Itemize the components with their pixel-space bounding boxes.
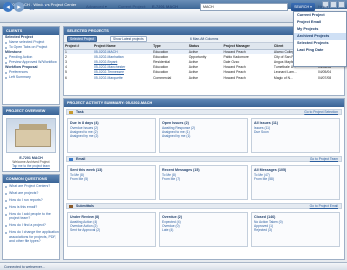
- current-project-label: Current Project:: [118, 4, 147, 9]
- advanced-menu[interactable]: Advanced ▾: [86, 4, 107, 9]
- question-link[interactable]: What are projects?: [3, 191, 59, 195]
- activity-section-bar: Submittals Go to Project Email: [66, 203, 342, 209]
- table-row[interactable]: 6 05-0202-Marquette Commercial Active Howard…: [64, 75, 344, 80]
- forward-arrow-icon: ▸: [17, 3, 21, 11]
- building-image: [15, 129, 51, 147]
- task-icon: [69, 111, 73, 114]
- back-button[interactable]: ◂: [3, 2, 13, 12]
- activity-card-link[interactable]: Assigned by me (2): [70, 134, 153, 138]
- tab-selected-project[interactable]: Selected Project: [67, 36, 98, 42]
- question-link[interactable]: How do I find a project?: [3, 223, 59, 227]
- dropdown-item[interactable]: Project Email: [294, 19, 346, 26]
- activity-card: Sent this week (13) To Me (8) From Me (5): [67, 165, 156, 200]
- dropdown-item[interactable]: Last Ping Date: [294, 47, 346, 54]
- activity-card-link[interactable]: Late (4): [162, 228, 245, 232]
- activity-section-label: Submittals: [76, 204, 94, 208]
- show-latest-filter[interactable]: Show Latest projects: [110, 36, 147, 42]
- building-roof: [19, 124, 47, 130]
- questions-panel-header: Common Questions: [3, 175, 59, 183]
- preview-panel: Project Overview E-7201 MACH Welcome Arc…: [2, 106, 60, 172]
- activity-card: Overdue (2) Expected (4) Overdue (0) Late (…: [159, 212, 248, 247]
- current-project-value[interactable]: E-7201 MACH: [152, 4, 178, 9]
- search-combo[interactable]: MACH: [200, 3, 288, 11]
- question-link[interactable]: How do I add people to the project team?: [3, 212, 59, 221]
- activity-card: Under Review (8) Awaiting Action (4) Overd…: [67, 212, 156, 247]
- preview-note-link[interactable]: Tap me to the project team: [3, 164, 59, 168]
- activity-section-bar: Email Go to Project Team: [66, 156, 342, 162]
- question-link[interactable]: How is this email?: [3, 205, 59, 209]
- table-cell: Magic of N...: [273, 75, 293, 80]
- status-bar: Connected to webserver...: [0, 262, 347, 270]
- client-section-link[interactable]: Left Summary: [3, 75, 59, 80]
- question-link[interactable]: What are Project Centers?: [3, 184, 59, 188]
- activity-card: All Messages (105) To Me (47) From Me (58): [251, 165, 340, 200]
- help-menu[interactable]: Help ▾: [318, 3, 338, 11]
- back-arrow-icon: ◂: [6, 3, 10, 11]
- submittal-icon: [69, 205, 73, 208]
- clients-panel: Clients Selected Project Name selected Pr…: [2, 26, 60, 105]
- activity-card: Open Issues (2) Awaiting Response (2) Assi…: [159, 118, 248, 153]
- refresh-icon: ↻: [41, 2, 49, 11]
- table-cell[interactable]: 05-0202-Marquette: [93, 75, 152, 80]
- dropdown-item[interactable]: Selected Projects: [294, 40, 346, 47]
- questions-panel: Common Questions What are Project Center…: [2, 174, 60, 260]
- activity-card-link[interactable]: From Me (5): [70, 177, 153, 181]
- activity-card: Due in 8 days (4) Overdue Issues (2) Assig…: [67, 118, 156, 153]
- activity-card-link[interactable]: Assigned by me (1): [162, 134, 245, 138]
- close-button[interactable]: [338, 1, 345, 8]
- activity-card-link[interactable]: From Me (58): [254, 177, 337, 181]
- activity-card: All Issues (11) Issues (11) Due Soon: [251, 118, 340, 153]
- home-icon: ⌂: [29, 1, 35, 12]
- activity-panel: Project Activity Summary: 05-0202-MACH T…: [63, 98, 345, 260]
- table-cell: 6: [65, 75, 67, 80]
- project-thumbnail[interactable]: [6, 118, 56, 153]
- activity-panel-header: Project Activity Summary: 05-0202-MACH: [64, 99, 344, 107]
- clients-panel-header: Clients: [3, 27, 59, 35]
- client-section-link[interactable]: To Open Tabs on Project: [3, 45, 59, 50]
- search-dropdown-menu: Current Project Project Email My Projects A…: [293, 11, 347, 67]
- question-link[interactable]: How do I change the application associat…: [3, 230, 59, 243]
- preview-panel-header: Project Overview: [3, 107, 59, 115]
- activity-section-link[interactable]: Go to Project Team: [310, 157, 338, 162]
- search-button[interactable]: SEARCH ▾: [291, 3, 315, 11]
- activity-card: Closed (146) No Action Taken (0) Approved …: [251, 212, 340, 247]
- activity-section-bar: Task Go to Project Selection: [66, 109, 342, 115]
- question-link[interactable]: How do I run reports?: [3, 198, 59, 202]
- refresh-button[interactable]: ↻: [40, 2, 50, 12]
- table-cell: Howard Peach: [223, 75, 246, 80]
- activity-section-link[interactable]: Go to Project Selection: [304, 110, 338, 115]
- status-text: Connected to webserver...: [4, 265, 45, 269]
- activity-card: Recent Messages (15) To Me (8) From Me (7): [159, 165, 248, 200]
- client-section-link[interactable]: Preview Approved W/Workflow: [3, 60, 59, 65]
- activity-section-link[interactable]: Go to Project Email: [310, 204, 338, 209]
- dropdown-item[interactable]: Archived Projects: [294, 33, 346, 40]
- forward-button[interactable]: ▸: [14, 2, 24, 12]
- table-cell: Commercial: [153, 75, 172, 80]
- home-button[interactable]: ⌂: [27, 2, 37, 12]
- table-cell: 04/07/08: [317, 75, 332, 80]
- activity-card-link[interactable]: From Me (7): [162, 177, 245, 181]
- dropdown-item[interactable]: Current Project: [294, 12, 346, 19]
- activity-section-label: Email: [76, 157, 86, 161]
- activity-card-link[interactable]: Due Soon: [254, 130, 337, 134]
- table-cell: Active: [188, 75, 199, 80]
- activity-card-link[interactable]: Sent for Approval (2): [70, 228, 153, 232]
- email-icon: [69, 158, 73, 161]
- activity-card-link[interactable]: Rejected (3): [254, 228, 337, 232]
- dropdown-item[interactable]: My Projects: [294, 26, 346, 33]
- activity-section-label: Task: [76, 110, 84, 114]
- column-count-label: 6 Man-Aft Columns: [190, 37, 219, 41]
